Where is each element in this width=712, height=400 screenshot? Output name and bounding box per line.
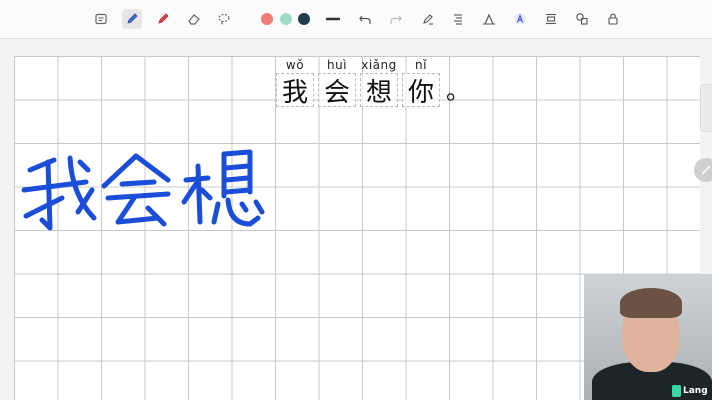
pencil-icon	[701, 165, 711, 175]
align-icon[interactable]	[541, 9, 561, 29]
brand-mark-icon	[672, 385, 681, 397]
hanzi-character: 你	[402, 73, 440, 108]
shapes-icon[interactable]	[572, 9, 592, 29]
lock-icon[interactable]	[603, 9, 623, 29]
webcam-video: Lang	[584, 274, 712, 400]
pen-icon[interactable]	[122, 9, 142, 29]
hanzi-character: 我	[276, 73, 314, 108]
side-panel-tab[interactable]	[700, 84, 712, 132]
color-swatch-red[interactable]	[261, 13, 273, 25]
toolbar	[0, 0, 712, 39]
pinyin-sentence: wǒ 我 huì 会 xiǎng 想 nǐ 你 。	[276, 58, 470, 108]
color-swatch-dark[interactable]	[298, 13, 310, 25]
text-box-icon[interactable]	[91, 9, 111, 29]
sentence-period: 。	[446, 77, 470, 105]
lasso-icon[interactable]	[214, 9, 234, 29]
pen-settings-icon[interactable]	[418, 9, 438, 29]
handwritten-characters	[21, 149, 265, 231]
text-size-icon[interactable]	[479, 9, 499, 29]
stroke-width-icon[interactable]	[323, 9, 343, 29]
syllable: nǐ 你	[402, 58, 440, 108]
text-format-icon[interactable]	[448, 9, 468, 29]
video-person-hair	[620, 288, 682, 318]
hanzi-character: 想	[360, 73, 398, 108]
color-swatch-green[interactable]	[280, 13, 292, 25]
eraser-icon[interactable]	[184, 9, 204, 29]
brand-name: Lang	[683, 386, 708, 396]
edit-float-button[interactable]	[694, 158, 712, 182]
syllable: wǒ 我	[276, 58, 314, 108]
syllable: huì 会	[318, 58, 356, 108]
hanzi-character: 会	[318, 73, 356, 108]
marker-icon[interactable]	[153, 9, 173, 29]
brand-logo: Lang	[672, 382, 712, 400]
redo-icon[interactable]	[386, 9, 406, 29]
syllable: xiǎng 想	[360, 58, 398, 108]
ai-icon[interactable]	[510, 9, 530, 29]
undo-icon[interactable]	[355, 9, 375, 29]
